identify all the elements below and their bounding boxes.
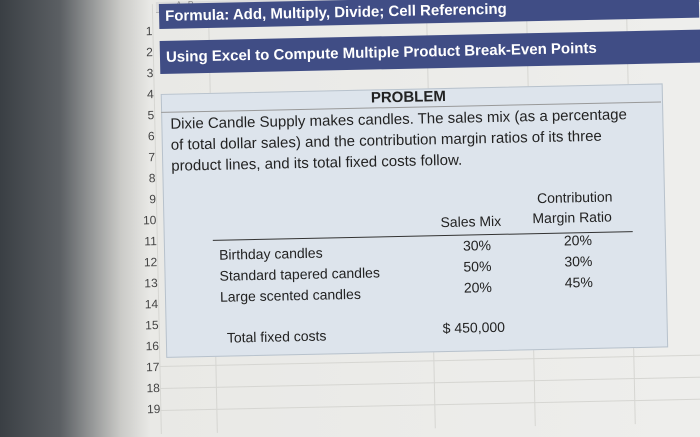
cm-ratio-value[interactable]: 45% xyxy=(565,274,593,291)
row-number[interactable]: 9 xyxy=(128,192,156,207)
row-number[interactable]: 6 xyxy=(126,129,155,144)
row-number[interactable]: 7 xyxy=(127,150,155,165)
gridline xyxy=(159,376,700,390)
row-number-column: 1 2 3 4 5 6 7 8 9 10 11 12 13 14 15 16 1… xyxy=(124,4,161,416)
row-number[interactable]: 10 xyxy=(128,213,157,228)
row-number[interactable]: 16 xyxy=(131,339,160,354)
subtitle-text: Using Excel to Compute Multiple Product … xyxy=(165,39,597,66)
subtitle-cell[interactable]: Using Excel to Compute Multiple Product … xyxy=(159,29,700,74)
row-number[interactable]: 18 xyxy=(132,381,160,396)
product-label[interactable]: Birthday candles xyxy=(219,245,323,263)
product-label[interactable]: Standard tapered candles xyxy=(219,264,380,283)
sales-mix-value[interactable]: 30% xyxy=(463,237,491,254)
row-number[interactable]: 8 xyxy=(127,171,156,186)
title-text: Formula: Add, Multiply, Divide; Cell Ref… xyxy=(164,0,507,25)
cm-ratio-value[interactable]: 30% xyxy=(564,253,592,270)
row-number[interactable]: 11 xyxy=(129,234,157,249)
fixed-costs-value[interactable]: $ 450,000 xyxy=(443,319,506,336)
header-sales-mix[interactable]: Sales Mix xyxy=(440,213,501,230)
header-margin-ratio[interactable]: Margin Ratio xyxy=(532,209,612,227)
header-contribution[interactable]: Contribution xyxy=(537,189,613,207)
sales-mix-value[interactable]: 50% xyxy=(463,258,491,275)
row-number[interactable]: 14 xyxy=(130,297,159,312)
row-number[interactable]: 1 xyxy=(124,24,153,39)
fixed-costs-label[interactable]: Total fixed costs xyxy=(227,328,327,346)
product-label[interactable]: Large scented candles xyxy=(220,286,361,305)
row-number[interactable]: 12 xyxy=(129,255,158,270)
row-number[interactable]: 17 xyxy=(131,360,160,375)
sales-mix-value[interactable]: 20% xyxy=(464,279,492,296)
row-number[interactable]: 5 xyxy=(126,108,154,123)
gridline xyxy=(160,398,700,412)
row-number[interactable]: 19 xyxy=(132,402,161,417)
row-number[interactable]: 15 xyxy=(130,318,159,333)
spreadsheet: A B 1 2 3 4 5 6 7 8 9 10 11 12 13 14 15 … xyxy=(0,0,700,435)
problem-heading[interactable]: PROBLEM xyxy=(371,88,446,107)
title-cell[interactable]: Formula: Add, Multiply, Divide; Cell Ref… xyxy=(158,0,700,29)
cm-ratio-value[interactable]: 20% xyxy=(564,232,592,249)
row-number[interactable]: 13 xyxy=(130,276,158,291)
row-number[interactable]: 4 xyxy=(126,87,154,102)
row-number[interactable]: 2 xyxy=(125,45,153,60)
row-number[interactable]: 3 xyxy=(125,66,153,81)
